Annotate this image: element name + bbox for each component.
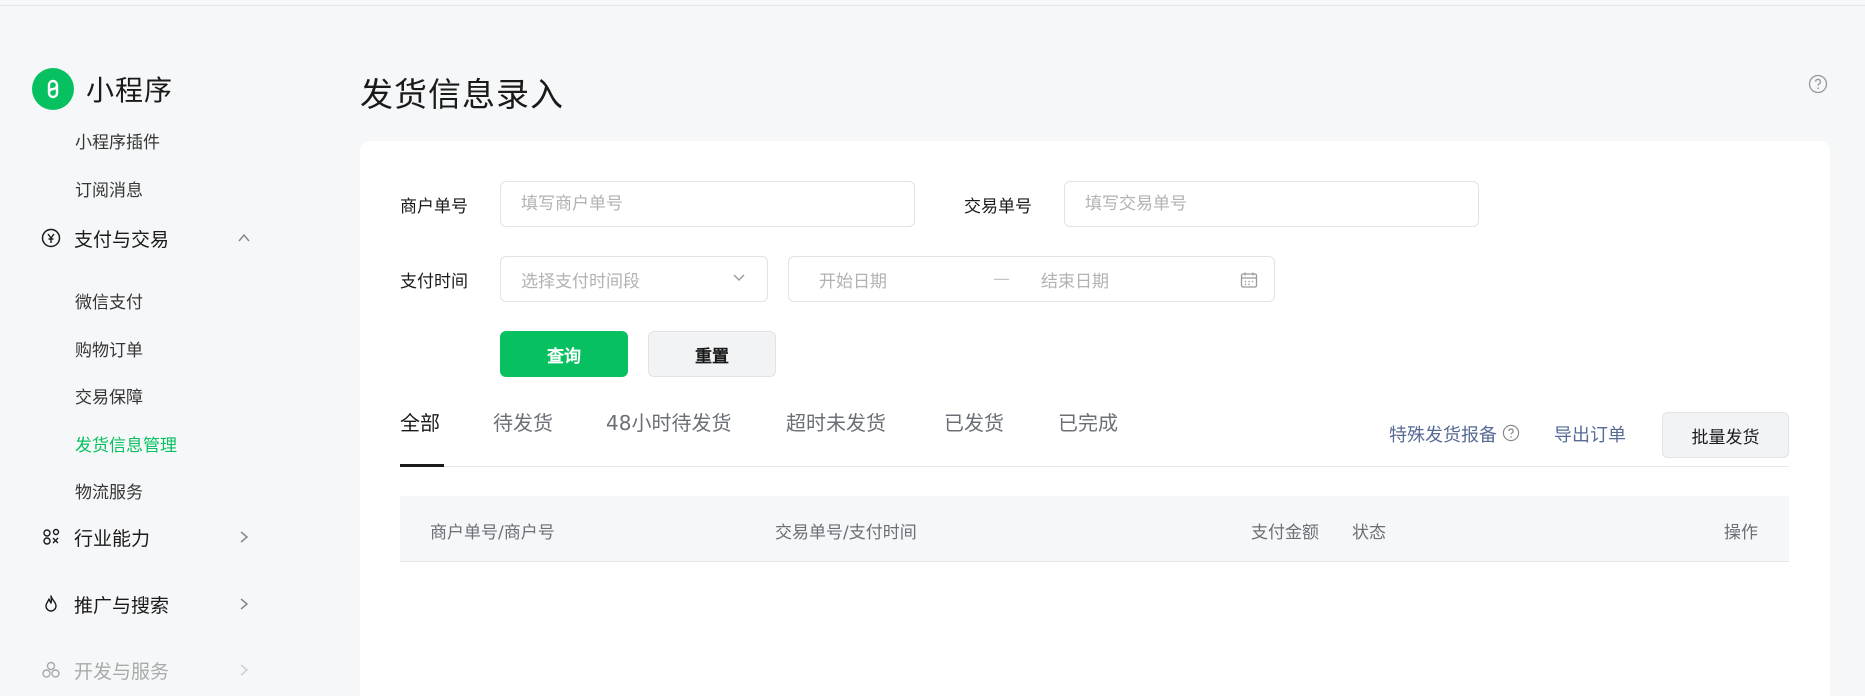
tab-all[interactable]: 全部: [400, 407, 440, 436]
tab-48h-pending[interactable]: 48小时待发货: [606, 407, 731, 436]
pay-time-select[interactable]: 选择支付时间段: [500, 256, 768, 302]
sidebar-item-plugins[interactable]: 小程序插件: [75, 128, 160, 153]
tab-completed[interactable]: 已完成: [1058, 407, 1118, 436]
col-status: 状态: [1352, 523, 1386, 543]
special-report-link[interactable]: 特殊发货报备: [1389, 421, 1497, 447]
sidebar-group-label: 支付与交易: [74, 228, 170, 251]
brand-name: 小程序: [86, 74, 174, 107]
date-range-picker[interactable]: 开始日期 — 结束日期: [788, 256, 1275, 302]
page-title: 发货信息录入: [360, 75, 564, 114]
tab-pending-shipment[interactable]: 待发货: [493, 407, 553, 436]
tabs-divider: [400, 466, 1789, 467]
sidebar-item-subscribe-msg[interactable]: 订阅消息: [75, 176, 143, 201]
sidebar-group-dev-services[interactable]: 开发与服务: [40, 654, 252, 686]
brand[interactable]: 小程序: [32, 68, 173, 110]
sidebar-group-promotion[interactable]: 推广与搜索: [40, 588, 252, 620]
sidebar-item-trade-guarantee[interactable]: 交易保障: [75, 383, 143, 408]
sidebar-group-industry[interactable]: 行业能力: [40, 521, 252, 553]
orders-table-header: 商户单号/商户号 交易单号/支付时间 支付金额 状态 操作: [400, 496, 1789, 562]
batch-ship-button[interactable]: 批量发货: [1662, 412, 1789, 458]
help-icon[interactable]: [1808, 74, 1828, 94]
chevron-right-icon: [236, 529, 252, 545]
end-date-input[interactable]: 结束日期: [1041, 267, 1109, 292]
cluster-icon: [40, 659, 62, 681]
tab-shipped[interactable]: 已发货: [944, 407, 1004, 436]
trade-no-input[interactable]: [1064, 181, 1479, 227]
col-trade: 交易单号/支付时间: [775, 523, 917, 543]
flame-icon: [40, 593, 62, 615]
query-button[interactable]: 查询: [500, 331, 628, 377]
export-orders-link[interactable]: 导出订单: [1554, 421, 1626, 447]
col-merchant: 商户单号/商户号: [430, 523, 555, 543]
col-actions: 操作: [1724, 523, 1758, 543]
start-date-input[interactable]: 开始日期: [819, 267, 887, 292]
sidebar-group-payment[interactable]: 支付与交易: [40, 222, 252, 254]
trade-no-label: 交易单号: [964, 197, 1032, 217]
active-tab-indicator: [400, 464, 444, 467]
sidebar-item-wechat-pay[interactable]: 微信支付: [75, 288, 143, 313]
sidebar-group-label: 行业能力: [74, 527, 151, 550]
sidebar-item-shipping-info[interactable]: 发货信息管理: [75, 431, 177, 456]
col-amount: 支付金额: [1251, 523, 1319, 543]
tab-overdue[interactable]: 超时未发货: [786, 407, 886, 436]
reset-button[interactable]: 重置: [648, 331, 776, 377]
sidebar-group-label: 开发与服务: [74, 660, 170, 683]
chevron-right-icon: [236, 662, 252, 678]
question-icon[interactable]: [1502, 424, 1520, 442]
sidebar: 小程序 小程序插件 订阅消息 支付与交易 微信支付 购物订单 交易保障 发货信息…: [0, 6, 300, 696]
chevron-down-icon: [731, 269, 747, 290]
chevron-up-icon: [236, 230, 252, 246]
merchant-no-input[interactable]: [500, 181, 915, 227]
yen-circle-icon: [40, 227, 62, 249]
pay-time-label: 支付时间: [400, 272, 468, 292]
merchant-no-label: 商户单号: [400, 197, 468, 217]
calendar-icon[interactable]: [1240, 271, 1258, 294]
sidebar-group-label: 推广与搜索: [74, 594, 170, 617]
chevron-right-icon: [236, 596, 252, 612]
miniprogram-logo-icon: [32, 68, 74, 110]
pay-time-select-value: 选择支付时间段: [521, 271, 640, 292]
date-separator: —: [993, 269, 1010, 289]
sidebar-item-shopping-orders[interactable]: 购物订单: [75, 336, 143, 361]
industry-icon: [40, 526, 62, 548]
sidebar-item-logistics[interactable]: 物流服务: [75, 478, 143, 503]
